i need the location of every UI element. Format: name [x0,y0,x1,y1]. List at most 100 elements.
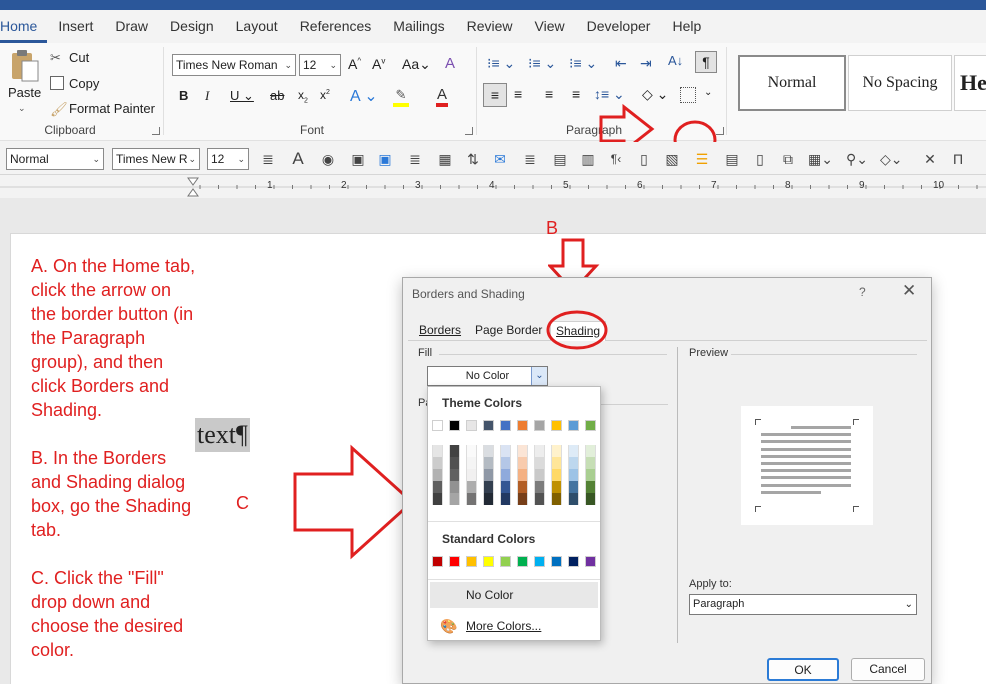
qat-lines-icon[interactable]: ☰ [694,151,710,167]
theme-tint-swatch[interactable] [585,481,596,493]
theme-tint-swatch[interactable] [517,445,528,457]
qat-fields-icon[interactable]: ▤ [552,151,568,167]
sample-text-shaded[interactable]: text¶ [195,418,250,452]
standard-color-swatch[interactable] [551,556,562,567]
qat-circle-icon[interactable]: ◉ [320,151,336,167]
font-size-combo[interactable]: 12 ⌄ [299,54,341,76]
theme-tint-swatch[interactable] [466,457,477,469]
justify-icon[interactable]: ≡ [572,86,580,102]
font-launcher-icon[interactable] [465,127,473,135]
qat-image-icon[interactable]: ▧ [664,151,680,167]
theme-tint-swatch[interactable] [500,457,511,469]
bullets-icon[interactable]: ⁝≡ ⌄ [487,55,515,72]
theme-tint-swatch[interactable] [483,469,494,481]
numbering-icon[interactable]: ⁝≡ ⌄ [528,55,556,72]
shrink-font-icon[interactable]: Av [372,56,385,72]
strikethrough-icon[interactable]: ab [270,88,284,103]
tab-help[interactable]: Help [661,10,712,43]
theme-tint-swatch[interactable] [585,469,596,481]
theme-color-swatch[interactable] [483,420,494,431]
theme-tint-swatch[interactable] [466,481,477,493]
ok-button[interactable]: OK [767,658,839,681]
theme-tint-swatch[interactable] [534,445,545,457]
close-icon[interactable]: ✕ [902,281,916,301]
theme-tint-swatch[interactable] [500,469,511,481]
format-painter-button[interactable]: Format Painter [69,101,155,116]
qat-paragraph-icon[interactable]: ≣ [260,151,276,167]
standard-color-swatch[interactable] [517,556,528,567]
theme-tint-swatch[interactable] [500,481,511,493]
theme-tint-swatch[interactable] [432,445,443,457]
theme-tint-swatch[interactable] [432,469,443,481]
tab-view[interactable]: View [524,10,576,43]
sort-icon[interactable]: A↓ [668,53,683,68]
theme-tint-swatch[interactable] [534,469,545,481]
help-button[interactable]: ? [859,285,866,299]
clear-formatting-icon[interactable]: A [445,55,455,72]
theme-tint-swatch[interactable] [551,457,562,469]
theme-tint-swatch[interactable] [551,445,562,457]
apply-to-select[interactable]: Paragraph ⌄ [689,594,917,615]
align-center-icon[interactable]: ≡ [514,86,522,102]
theme-tint-swatch[interactable] [500,493,511,505]
qat-font-combo[interactable]: Times New R ⌄ [112,148,200,170]
theme-tint-swatch[interactable] [449,469,460,481]
theme-tint-swatch[interactable] [517,457,528,469]
clipboard-launcher-icon[interactable] [152,127,160,135]
standard-color-swatch[interactable] [483,556,494,567]
theme-tint-swatch[interactable] [517,481,528,493]
theme-tint-swatch[interactable] [449,481,460,493]
style-normal[interactable]: Normal [738,55,846,111]
theme-tint-swatch[interactable] [551,493,562,505]
theme-tint-swatch[interactable] [449,445,460,457]
qat-shapes-icon[interactable]: ◇⌄ [880,151,903,167]
theme-tint-swatch[interactable] [534,457,545,469]
qat-merge-icon[interactable]: ≣ [522,151,538,167]
highlight-icon[interactable]: ✎ [393,87,409,107]
borders-dropdown-icon[interactable]: ⌄ [704,87,712,98]
theme-color-swatch[interactable] [432,420,443,431]
qat-doc-icon[interactable]: ▤ [724,151,740,167]
tab-insert[interactable]: Insert [47,10,104,43]
theme-tint-swatch[interactable] [466,469,477,481]
tab-mailings[interactable]: Mailings [382,10,455,43]
text-effects-icon[interactable]: A ⌄ [350,86,378,106]
tab-design[interactable]: Design [159,10,225,43]
paste-icon[interactable] [8,49,40,85]
show-formatting-icon[interactable]: ¶ [695,51,717,73]
standard-color-swatch[interactable] [585,556,596,567]
paste-dropdown-icon[interactable]: ⌄ [18,103,26,114]
qat-list-icon[interactable]: ≣ [407,151,423,167]
theme-color-swatch[interactable] [568,420,579,431]
grow-font-icon[interactable]: A^ [348,56,361,72]
style-heading[interactable]: He [954,55,986,111]
standard-color-swatch[interactable] [432,556,443,567]
theme-tint-swatch[interactable] [432,481,443,493]
align-left-icon[interactable]: ≡ [483,83,507,107]
qat-style-combo[interactable]: Normal ⌄ [6,148,104,170]
theme-tint-swatch[interactable] [449,493,460,505]
theme-tint-swatch[interactable] [568,481,579,493]
theme-tint-swatch[interactable] [568,493,579,505]
font-color-icon[interactable]: A [436,86,448,107]
subscript-icon[interactable]: x2 [298,88,308,104]
theme-tint-swatch[interactable] [466,445,477,457]
tab-developer[interactable]: Developer [576,10,662,43]
superscript-icon[interactable]: x2 [320,88,330,102]
theme-color-swatch[interactable] [585,420,596,431]
qat-table-grid-icon[interactable]: ▦ [437,151,453,167]
increase-indent-icon[interactable]: ⇥ [640,55,652,72]
theme-tint-swatch[interactable] [483,457,494,469]
qat-close-icon[interactable]: ✕ [922,151,938,167]
horizontal-ruler[interactable]: 1 2 3 4 5 6 7 8 9 10 [0,176,986,198]
theme-tint-swatch[interactable] [432,457,443,469]
theme-tint-swatch[interactable] [517,493,528,505]
decrease-indent-icon[interactable]: ⇤ [615,55,627,72]
tab-draw[interactable]: Draw [104,10,159,43]
theme-tint-swatch[interactable] [585,457,596,469]
qat-size-combo[interactable]: 12 ⌄ [207,148,249,170]
font-name-combo[interactable]: Times New Roman ⌄ [172,54,296,76]
theme-tint-swatch[interactable] [466,493,477,505]
style-no-spacing[interactable]: No Spacing [848,55,952,111]
standard-color-swatch[interactable] [534,556,545,567]
